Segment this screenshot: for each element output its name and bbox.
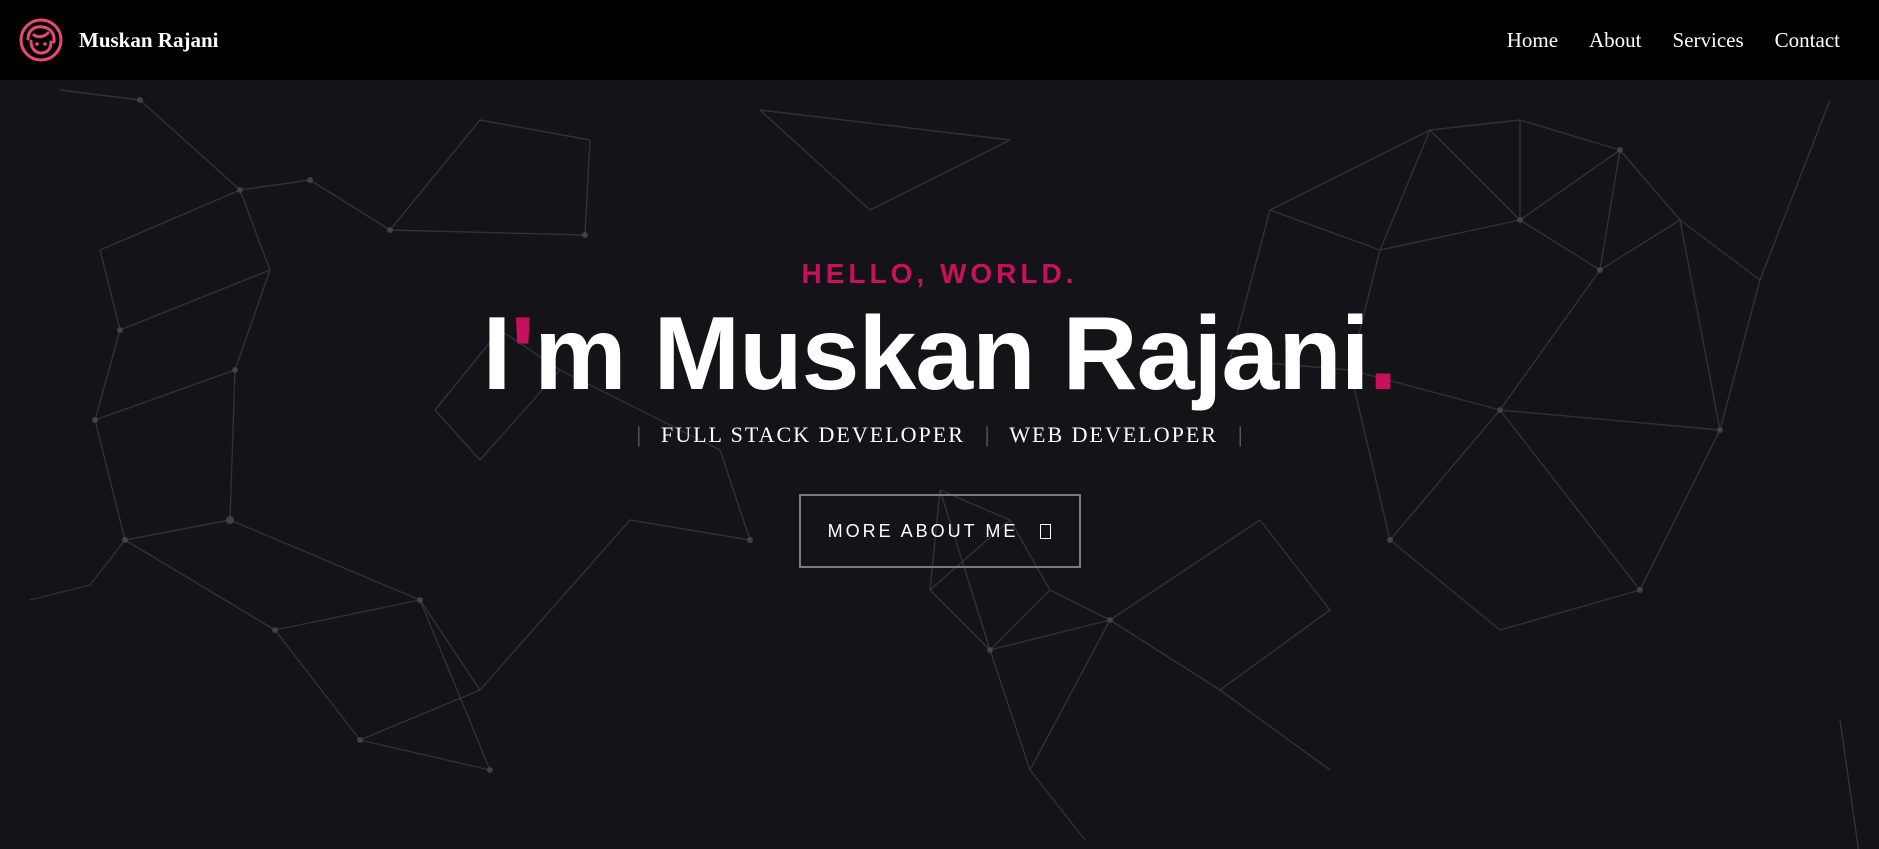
title-accent-dot: . (1368, 296, 1398, 412)
role-full-stack: FULL STACK DEVELOPER (661, 422, 965, 447)
nav-contact-link[interactable]: Contact (1775, 28, 1840, 53)
brand-link[interactable]: Muskan Rajani (18, 17, 218, 63)
hero-section: HELLO, WORLD. I'm Muskan Rajani. | FULL … (0, 80, 1879, 849)
roles-line: | FULL STACK DEVELOPER | WEB DEVELOPER | (0, 422, 1879, 448)
role-web: WEB DEVELOPER (1009, 422, 1218, 447)
navbar: Muskan Rajani Home About Services Contac… (0, 0, 1879, 80)
hero-title: I'm Muskan Rajani. (0, 300, 1879, 408)
box-icon (1040, 523, 1052, 539)
nav-about-link[interactable]: About (1589, 28, 1642, 53)
title-name: m Muskan Rajani (534, 296, 1370, 412)
nav-menu: Home About Services Contact (1507, 28, 1840, 53)
title-apostrophe: ' (510, 296, 535, 412)
role-separator: | (1237, 422, 1243, 447)
hero-greeting: HELLO, WORLD. (801, 258, 1078, 289)
title-prefix: I (482, 296, 511, 412)
role-separator: | (636, 422, 641, 447)
more-about-me-button[interactable]: MORE ABOUT ME (798, 494, 1081, 568)
girl-face-icon (19, 18, 63, 62)
role-separator: | (984, 422, 990, 447)
hero-content: HELLO, WORLD. I'm Muskan Rajani. | FULL … (0, 256, 1879, 568)
nav-home-link[interactable]: Home (1507, 28, 1558, 53)
nav-services-link[interactable]: Services (1673, 28, 1744, 53)
cta-label: MORE ABOUT ME (827, 520, 1019, 541)
brand-name: Muskan Rajani (79, 27, 219, 52)
